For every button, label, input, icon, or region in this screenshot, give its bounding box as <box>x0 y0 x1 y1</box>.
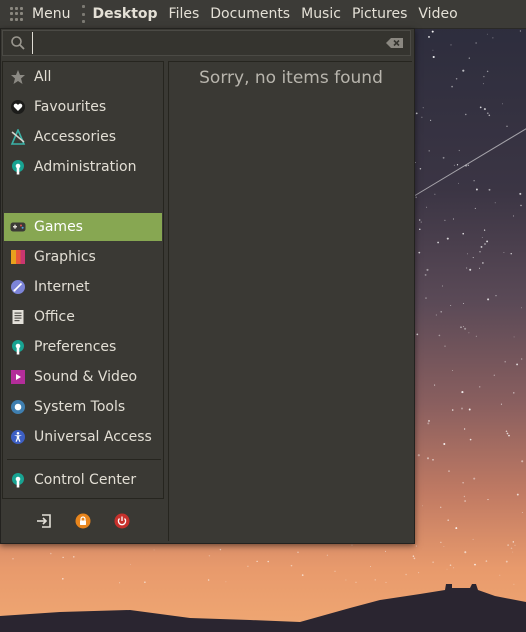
application-menu: All Favourites Accessories Administratio… <box>0 28 415 544</box>
top-panel: Menu Desktop Files Documents Music Pictu… <box>0 0 526 29</box>
universal-access-icon <box>10 429 26 445</box>
category-label: Administration <box>34 159 137 175</box>
category-label: Universal Access <box>34 429 152 445</box>
category-label: Graphics <box>34 249 96 265</box>
results-pane: Sorry, no items found <box>168 61 412 541</box>
category-internet[interactable]: Internet <box>4 273 162 301</box>
category-label: Internet <box>34 279 90 295</box>
lock-button[interactable] <box>75 513 91 529</box>
search-input[interactable] <box>32 32 386 54</box>
shutdown-button[interactable] <box>114 513 130 529</box>
control-center-item[interactable]: Control Center <box>4 466 162 494</box>
category-graphics[interactable]: Graphics <box>4 243 162 271</box>
heart-icon <box>10 99 26 115</box>
category-all[interactable]: All <box>4 63 162 91</box>
category-label: All <box>34 69 52 85</box>
panel-separator <box>82 5 86 23</box>
category-label: Office <box>34 309 75 325</box>
internet-icon <box>10 279 26 295</box>
search-icon <box>11 36 25 50</box>
category-label: System Tools <box>34 399 126 415</box>
category-label: Games <box>34 219 83 235</box>
category-office[interactable]: Office <box>4 303 162 331</box>
system-tools-icon <box>10 399 26 415</box>
place-files[interactable]: Files <box>169 6 200 22</box>
category-favourites[interactable]: Favourites <box>4 93 162 121</box>
place-pictures[interactable]: Pictures <box>352 6 407 22</box>
place-video[interactable]: Video <box>418 6 457 22</box>
control-center-label: Control Center <box>34 472 137 488</box>
menu-grip-icon[interactable] <box>10 7 24 21</box>
place-music[interactable]: Music <box>301 6 341 22</box>
logout-icon <box>37 514 51 528</box>
place-documents[interactable]: Documents <box>210 6 290 22</box>
wallpaper-mountains <box>0 584 526 632</box>
gamepad-icon <box>10 219 26 235</box>
meteor-streak <box>414 128 526 196</box>
graphics-icon <box>10 249 26 265</box>
category-divider <box>7 459 161 460</box>
category-preferences[interactable]: Preferences <box>4 333 162 361</box>
category-universal-access[interactable]: Universal Access <box>4 423 162 451</box>
lock-icon <box>75 513 91 529</box>
category-games[interactable]: Games <box>4 213 162 241</box>
category-accessories[interactable]: Accessories <box>4 123 162 151</box>
category-label: Favourites <box>34 99 107 115</box>
search-bar <box>2 30 411 56</box>
menu-button[interactable]: Menu <box>32 6 70 22</box>
category-label: Accessories <box>34 129 117 145</box>
preferences-icon <box>10 339 26 355</box>
power-icon <box>114 513 130 529</box>
category-administration[interactable]: Administration <box>4 153 162 181</box>
category-list: All Favourites Accessories Administratio… <box>2 61 164 499</box>
category-system-tools[interactable]: System Tools <box>4 393 162 421</box>
star-icon <box>10 69 26 85</box>
sound-video-icon <box>10 369 26 385</box>
session-actions <box>2 502 164 540</box>
accessories-icon <box>10 129 26 145</box>
empty-results-message: Sorry, no items found <box>199 68 383 88</box>
logout-button[interactable] <box>36 513 52 529</box>
control-center-icon <box>10 472 26 488</box>
category-label: Sound & Video <box>34 369 138 385</box>
category-label: Preferences <box>34 339 117 355</box>
administration-icon <box>10 159 26 175</box>
category-sound-video[interactable]: Sound & Video <box>4 363 162 391</box>
office-icon <box>10 309 26 325</box>
place-desktop[interactable]: Desktop <box>92 6 157 22</box>
clear-search-icon[interactable] <box>386 37 404 49</box>
